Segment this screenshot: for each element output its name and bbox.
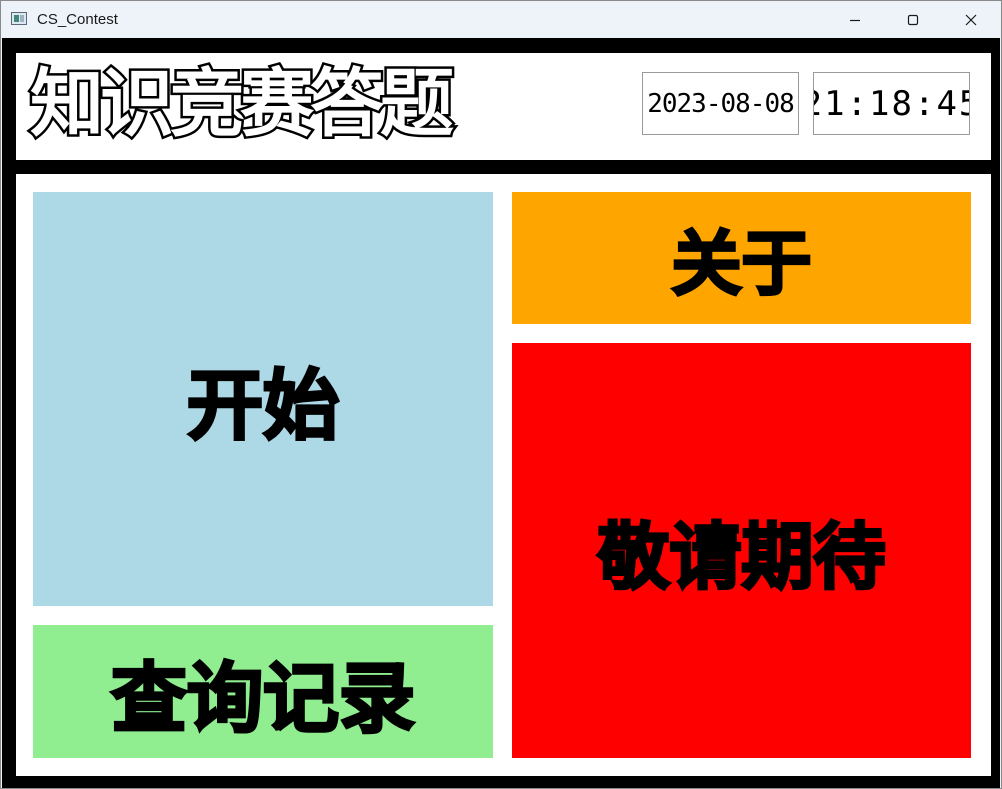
history-button[interactable]: 查询记录 [33, 625, 493, 758]
minimize-button[interactable] [826, 1, 884, 38]
client-area: 知识竞赛答题 2023-08-08 21:18:45 开始 关于 敬请期待 查询… [2, 38, 1000, 788]
coming-soon-button[interactable]: 敬请期待 [512, 343, 971, 758]
app-window: CS_Contest 知识竞赛答题 2023-08-08 21:18:45 开始 [0, 0, 1002, 789]
history-button-label: 查询记录 [110, 652, 417, 744]
close-button[interactable] [942, 1, 1000, 38]
window-title: CS_Contest [37, 11, 118, 28]
time-display: 21:18:45 [813, 72, 970, 135]
maximize-button[interactable] [884, 1, 942, 38]
date-display: 2023-08-08 [642, 72, 799, 135]
page-title: 知识竞赛答题 [28, 59, 457, 150]
about-button[interactable]: 关于 [512, 192, 971, 324]
close-icon [965, 14, 977, 26]
title-bar[interactable]: CS_Contest [1, 1, 1001, 38]
start-button-label: 开始 [186, 360, 341, 452]
minimize-icon [849, 14, 861, 26]
about-button-label: 关于 [670, 221, 813, 306]
app-window-icon [11, 12, 27, 25]
coming-soon-button-label: 敬请期待 [596, 514, 887, 601]
header-panel: 知识竞赛答题 2023-08-08 21:18:45 [16, 53, 991, 160]
menu-panel: 开始 关于 敬请期待 查询记录 [16, 174, 991, 776]
start-button[interactable]: 开始 [33, 192, 493, 606]
maximize-icon [907, 14, 919, 26]
